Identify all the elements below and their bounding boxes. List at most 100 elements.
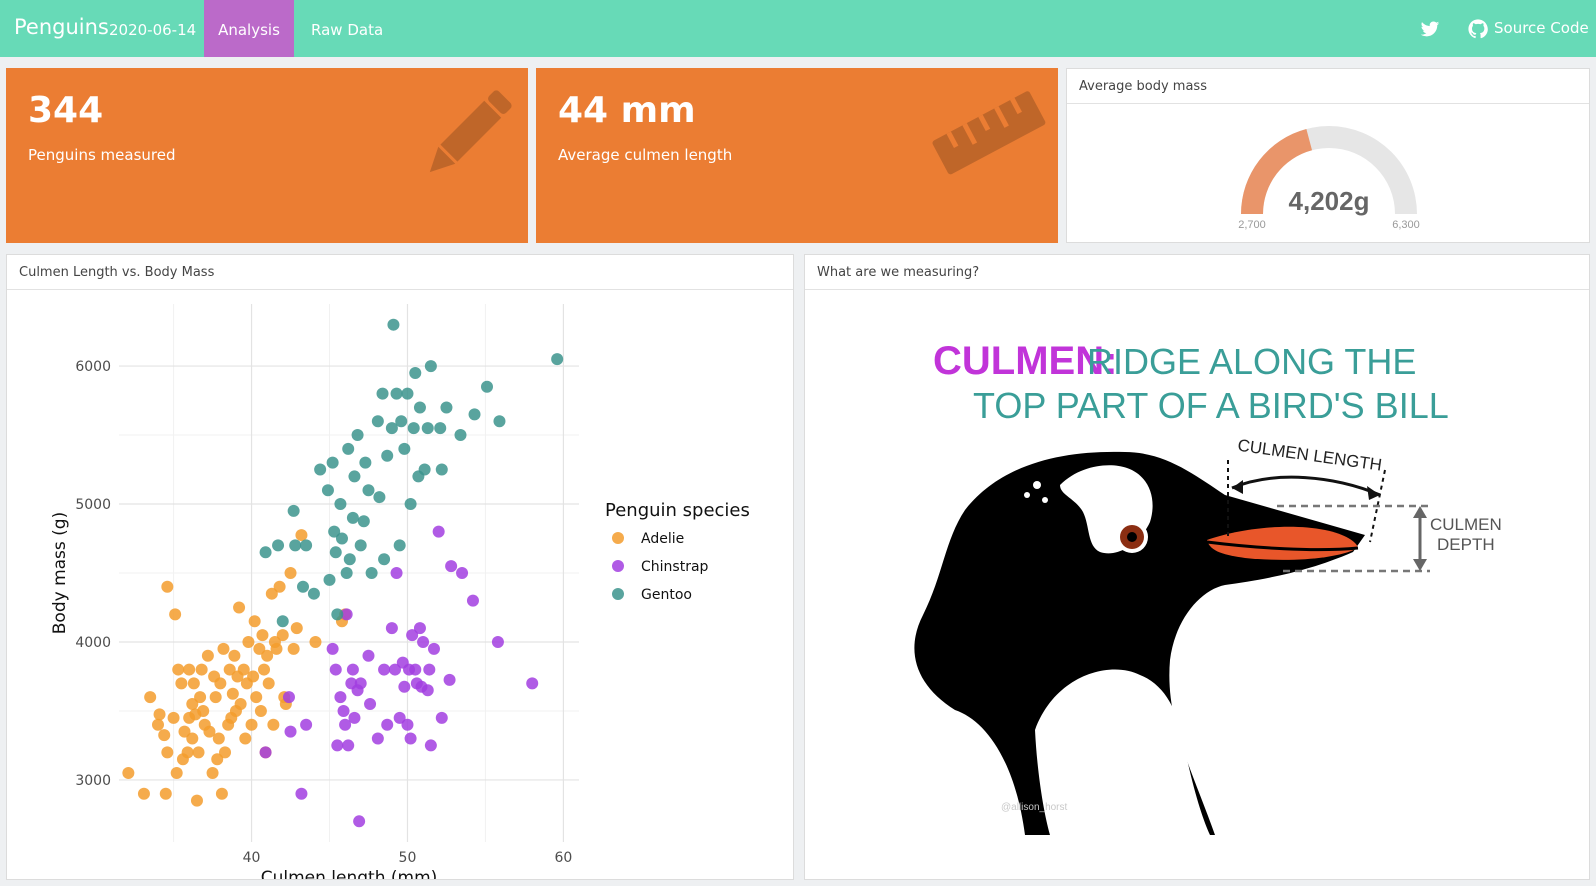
data-point-gentoo <box>357 515 370 528</box>
y-tick-label: 6000 <box>75 359 111 375</box>
data-point-chinstrap <box>334 691 347 704</box>
data-point-gentoo <box>276 615 289 628</box>
data-point-chinstrap <box>342 739 355 752</box>
data-point-gentoo <box>418 463 431 476</box>
data-point-adelie <box>239 732 252 745</box>
data-point-chinstrap <box>326 642 339 655</box>
data-point-chinstrap <box>417 635 430 648</box>
tab-analysis[interactable]: Analysis <box>204 0 294 57</box>
data-point-adelie <box>212 732 225 745</box>
data-point-gentoo <box>335 532 348 545</box>
ruler-icon <box>932 91 1046 175</box>
github-icon[interactable] <box>1468 19 1488 39</box>
data-point-adelie <box>122 767 135 780</box>
data-point-gentoo <box>401 387 414 400</box>
valuebox-value: 344 <box>28 90 104 131</box>
data-point-adelie <box>245 718 258 731</box>
valuebox-caption: Average culmen length <box>558 146 733 164</box>
data-point-gentoo <box>362 484 375 497</box>
data-point-gentoo <box>481 380 493 393</box>
data-point-chinstrap <box>526 677 539 690</box>
arrow-head <box>1232 480 1243 494</box>
valuebox-caption: Penguins measured <box>28 146 176 164</box>
data-point-gentoo <box>468 408 481 421</box>
feather-spot <box>1033 481 1041 489</box>
data-point-adelie <box>170 767 183 780</box>
data-point-adelie <box>137 787 150 800</box>
data-point-gentoo <box>329 546 342 559</box>
data-point-adelie <box>186 732 199 745</box>
data-point-gentoo <box>387 318 400 331</box>
data-point-adelie <box>190 794 203 807</box>
data-point-chinstrap <box>353 815 366 828</box>
data-point-adelie <box>233 601 246 614</box>
data-point-gentoo <box>365 567 378 579</box>
legend-label: Chinstrap <box>641 559 709 575</box>
valuebox-culmen-length: 44 mm Average culmen length <box>536 68 1058 243</box>
data-point-gentoo <box>393 539 406 552</box>
data-point-adelie <box>187 677 200 690</box>
eye-pupil <box>1127 532 1137 542</box>
legend-label: Gentoo <box>641 587 692 603</box>
data-point-gentoo <box>272 539 285 552</box>
data-point-adelie <box>217 642 230 655</box>
data-point-gentoo <box>435 463 448 476</box>
data-point-gentoo <box>409 366 422 379</box>
data-point-gentoo <box>373 491 386 504</box>
data-point-gentoo <box>354 539 367 552</box>
data-point-adelie <box>295 529 308 542</box>
data-point-gentoo <box>376 387 389 400</box>
data-point-chinstrap <box>259 746 272 759</box>
data-point-gentoo <box>321 484 334 497</box>
gauge-value: 4,202g <box>1289 186 1370 216</box>
data-point-adelie <box>159 787 172 800</box>
data-point-gentoo <box>307 587 320 600</box>
scatter-card: Culmen Length vs. Body Mass 40 50 60 3000 40… <box>6 254 794 880</box>
data-point-adelie <box>290 622 303 635</box>
y-tick-label: 4000 <box>75 635 111 651</box>
legend-label: Adelie <box>641 531 684 547</box>
data-point-chinstrap <box>329 663 342 676</box>
data-point-gentoo <box>390 387 403 400</box>
twitter-icon[interactable] <box>1420 19 1440 39</box>
data-point-gentoo <box>378 553 391 566</box>
data-point-adelie <box>197 704 210 717</box>
x-tick-label: 50 <box>399 850 417 866</box>
data-point-gentoo <box>454 429 467 442</box>
data-point-chinstrap <box>401 718 414 731</box>
gauge-min-label: 2,700 <box>1238 219 1266 231</box>
data-point-adelie <box>192 746 205 759</box>
data-point-gentoo <box>434 422 447 435</box>
top-navbar: Penguins 2020-06-14 Analysis Raw Data So… <box>0 0 1596 57</box>
data-point-adelie <box>250 691 263 704</box>
data-point-gentoo <box>421 422 434 435</box>
data-point-adelie <box>161 746 174 759</box>
legend-title: Penguin species <box>605 500 750 521</box>
y-axis-label: Body mass (g) <box>50 512 70 634</box>
data-point-gentoo <box>323 573 336 586</box>
arrow-head <box>1413 506 1427 518</box>
data-point-chinstrap <box>435 711 448 724</box>
heading-line-2: TOP PART OF A BIRD'S BILL <box>973 385 1449 426</box>
data-point-gentoo <box>343 553 356 566</box>
data-point-chinstrap <box>337 704 350 717</box>
data-point-gentoo <box>424 360 437 373</box>
data-point-adelie <box>209 691 222 704</box>
feather-spot <box>1024 492 1030 498</box>
data-point-chinstrap <box>378 663 391 676</box>
source-code-link[interactable]: Source Code <box>1494 19 1589 37</box>
data-point-adelie <box>161 580 174 593</box>
data-point-gentoo <box>413 401 426 414</box>
data-point-gentoo <box>395 415 408 428</box>
data-point-chinstrap <box>385 622 398 635</box>
tab-raw-data[interactable]: Raw Data <box>295 0 399 57</box>
data-point-adelie <box>276 629 289 642</box>
data-point-chinstrap <box>362 649 375 662</box>
data-point-gentoo <box>348 470 361 483</box>
data-point-chinstrap <box>404 732 417 745</box>
data-point-gentoo <box>297 580 309 593</box>
data-point-adelie <box>167 711 180 724</box>
y-tick-label: 5000 <box>75 497 111 513</box>
app-brand[interactable]: Penguins <box>14 15 109 39</box>
data-point-chinstrap <box>398 680 411 693</box>
